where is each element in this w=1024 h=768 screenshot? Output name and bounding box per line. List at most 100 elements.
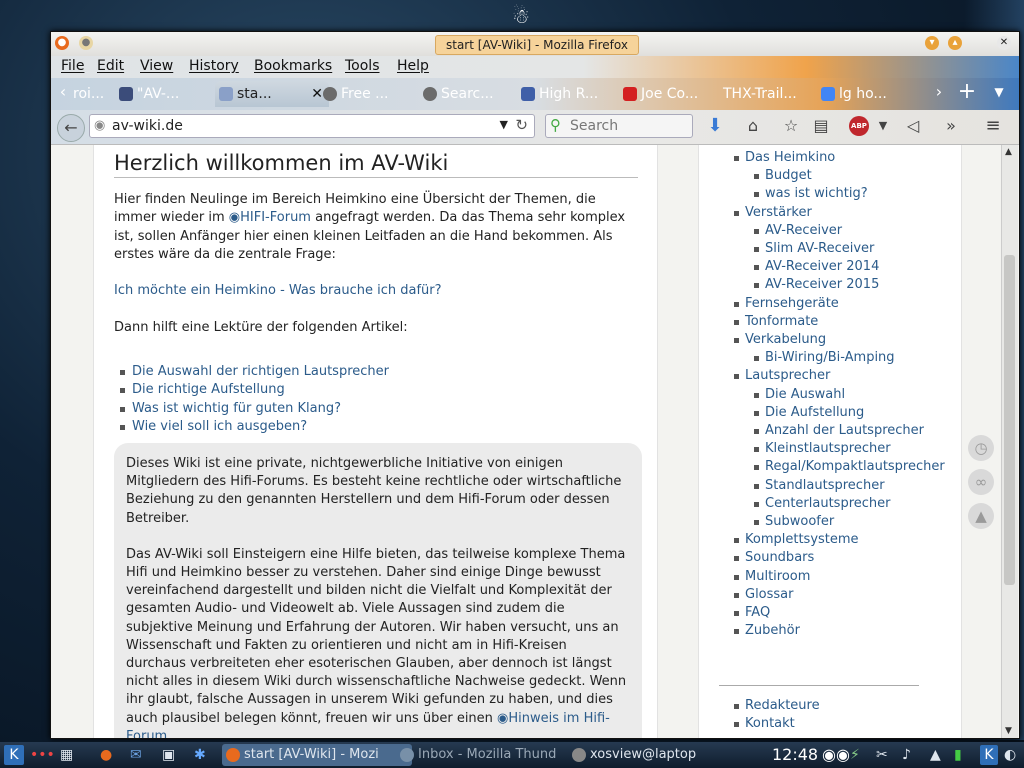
- tab-2[interactable]: "AV-...: [115, 81, 217, 107]
- hifi-forum-link[interactable]: ◉HIFI-Forum: [229, 210, 311, 225]
- sidebar-subitem[interactable]: Slim AV-Receiver: [754, 240, 945, 258]
- sidebar-item-10[interactable]: FAQ: [734, 604, 945, 622]
- pager-icon[interactable]: ▦: [60, 745, 73, 765]
- recent-changes-clock-icon[interactable]: ◷: [968, 435, 994, 461]
- network-icon[interactable]: ⚡: [850, 745, 860, 765]
- bookmarks-list-icon[interactable]: ▤: [811, 116, 831, 136]
- new-tab-icon[interactable]: +: [957, 81, 977, 103]
- sidebar-subitem[interactable]: Die Aufstellung: [754, 404, 945, 422]
- close-window-icon[interactable]: ✕: [997, 36, 1011, 50]
- sidebar-item-8[interactable]: Multiroom: [734, 568, 945, 586]
- kde-menu-icon[interactable]: K: [4, 745, 24, 765]
- sidebar-item-4[interactable]: Verkabelung Bi-Wiring/Bi-Amping: [734, 331, 945, 367]
- sidebar-item-6[interactable]: Komplettsysteme: [734, 531, 945, 549]
- list-item[interactable]: Was ist wichtig für guten Klang?: [114, 400, 389, 418]
- sidebar-item-redakteure[interactable]: Redakteure: [734, 697, 820, 715]
- sidebar-item-5[interactable]: Lautsprecher Die Auswahl Die Aufstellung An…: [734, 367, 945, 531]
- tab-5[interactable]: Searc...: [419, 81, 525, 107]
- menu-view[interactable]: View: [140, 58, 173, 74]
- logout-icon[interactable]: ◐: [1004, 745, 1016, 765]
- sidebar-subitem[interactable]: Die Auswahl: [754, 386, 945, 404]
- scrollbar-thumb[interactable]: [1004, 255, 1015, 585]
- tab-6[interactable]: High R...: [517, 81, 629, 107]
- scissors-icon[interactable]: ✂: [876, 745, 888, 765]
- search-icon: ⚲: [550, 116, 561, 134]
- sidebar-subitem[interactable]: Centerlautsprecher: [754, 495, 945, 513]
- firefox-icon[interactable]: ●: [55, 36, 69, 50]
- tab-8[interactable]: THX-Trail...: [717, 81, 813, 107]
- sidebar-subitem[interactable]: Standlautsprecher: [754, 477, 945, 495]
- sidebar-subitem[interactable]: Bi-Wiring/Bi-Amping: [754, 349, 945, 367]
- hamburger-menu-icon[interactable]: ≡: [983, 116, 1003, 136]
- sidebar-subitem[interactable]: was ist wichtig?: [754, 185, 945, 203]
- menu-help[interactable]: Help: [397, 58, 429, 74]
- sidebar-subitem[interactable]: Regal/Kompaktlautsprecher: [754, 458, 945, 476]
- question-link[interactable]: Ich möchte ein Heimkino - Was brauche ic…: [114, 282, 642, 300]
- thunderbird-launcher-icon[interactable]: ✉: [130, 745, 142, 765]
- vertical-scrollbar[interactable]: ▲ ▼: [1001, 145, 1018, 738]
- url-dropdown-icon[interactable]: ▼: [500, 118, 508, 131]
- tab-9[interactable]: lg ho...: [817, 81, 925, 107]
- menu-bookmarks[interactable]: Bookmarks: [254, 58, 332, 74]
- home-icon[interactable]: ⌂: [743, 116, 763, 136]
- sidebar-item-2[interactable]: Fernsehgeräte: [734, 295, 945, 313]
- firefox-launcher-icon[interactable]: ●: [100, 745, 112, 765]
- task-xosview[interactable]: xosview@laptop: [568, 744, 730, 766]
- sidebar-item-1[interactable]: Verstärker AV-Receiver Slim AV-Receiver AV-…: [734, 204, 945, 295]
- task-thunderbird[interactable]: Inbox - Mozilla Thund: [396, 744, 578, 766]
- clock[interactable]: 12:48: [772, 744, 818, 766]
- sidebar-subitem[interactable]: Subwoofer: [754, 513, 945, 531]
- sidebar-subitem[interactable]: AV-Receiver 2015: [754, 276, 945, 294]
- sidebar-item-7[interactable]: Soundbars: [734, 549, 945, 567]
- adblock-dropdown-icon[interactable]: ▼: [873, 116, 893, 136]
- menu-edit[interactable]: Edit: [97, 58, 124, 74]
- overflow-chevron-icon[interactable]: »: [941, 116, 961, 136]
- task-firefox[interactable]: start [AV-Wiki] - Mozi: [222, 744, 412, 766]
- tab-1[interactable]: roi...: [61, 81, 119, 107]
- sidebar-item-0[interactable]: Das Heimkino Budget was ist wichtig?: [734, 149, 945, 204]
- sidebar-item-9[interactable]: Glossar: [734, 586, 945, 604]
- backlinks-icon[interactable]: ∞: [968, 469, 994, 495]
- menu-tools[interactable]: Tools: [345, 58, 380, 74]
- list-item[interactable]: Die richtige Aufstellung: [114, 381, 389, 399]
- menu-history[interactable]: History: [189, 58, 239, 74]
- sidebar-subitem[interactable]: AV-Receiver: [754, 222, 945, 240]
- sidebar-subitem[interactable]: Kleinstlautsprecher: [754, 440, 945, 458]
- tabs-scroll-right-icon[interactable]: ›: [929, 82, 949, 102]
- downloads-icon[interactable]: ⬇: [705, 116, 725, 136]
- sidebar-item-kontakt[interactable]: Kontakt: [734, 715, 820, 733]
- window-menu-icon[interactable]: ●: [79, 36, 93, 50]
- bookmark-star-icon[interactable]: ☆: [781, 116, 801, 136]
- sidebar-subitem[interactable]: Budget: [754, 167, 945, 185]
- sidebar-subitem[interactable]: AV-Receiver 2014: [754, 258, 945, 276]
- tab-7[interactable]: Joe Co...: [619, 81, 729, 107]
- battery-icon[interactable]: ▮: [954, 745, 962, 765]
- activity-dots-icon[interactable]: •••: [30, 745, 55, 765]
- adblock-plus-icon[interactable]: ABP: [849, 116, 869, 136]
- send-icon[interactable]: ◁: [903, 116, 923, 136]
- search-input[interactable]: ⚲ Search: [545, 114, 693, 138]
- tab-list-icon[interactable]: ▼: [989, 82, 1009, 102]
- sidebar-item-11[interactable]: Zubehör: [734, 622, 945, 640]
- sidebar-subitem[interactable]: Anzahl der Lautsprecher: [754, 422, 945, 440]
- scroll-up-icon[interactable]: ▲: [1005, 147, 1012, 157]
- url-bar[interactable]: ◉ av-wiki.de ▼ ↻: [89, 114, 535, 138]
- settings-icon[interactable]: ✱: [194, 745, 206, 765]
- minimize-icon[interactable]: ▾: [925, 36, 939, 50]
- volume-icon[interactable]: ♪: [902, 745, 911, 765]
- calculator-icon[interactable]: ▣: [162, 745, 175, 765]
- tray-arrow-icon[interactable]: ▲: [930, 745, 941, 765]
- tab-4[interactable]: Free ...: [319, 81, 427, 107]
- scroll-down-icon[interactable]: ▼: [1005, 726, 1012, 736]
- reload-icon[interactable]: ↻: [515, 116, 528, 134]
- menu-file[interactable]: File: [61, 58, 84, 74]
- back-to-top-icon[interactable]: ▲: [968, 503, 994, 529]
- maximize-icon[interactable]: ▴: [948, 36, 962, 50]
- kde-tray-icon[interactable]: K: [980, 745, 998, 765]
- list-item[interactable]: Wie viel soll ich ausgeben?: [114, 418, 389, 436]
- title-bar[interactable]: ● ● start [AV-Wiki] - Mozilla Firefox ▾ …: [51, 32, 1019, 57]
- list-item[interactable]: Die Auswahl der richtigen Lautsprecher: [114, 363, 389, 381]
- sidebar-item-3[interactable]: Tonformate: [734, 313, 945, 331]
- back-button-icon[interactable]: ←: [57, 114, 85, 142]
- tab-3-active[interactable]: sta... ✕: [215, 81, 329, 107]
